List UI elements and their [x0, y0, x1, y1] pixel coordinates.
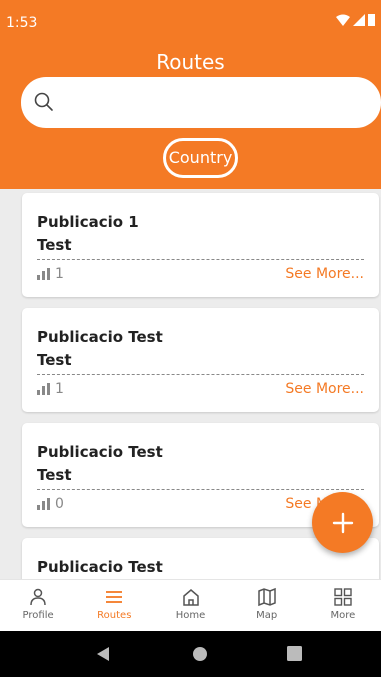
route-card[interactable]: Publicacio 1 Test 1 See More...: [22, 193, 379, 297]
home-button-icon[interactable]: [192, 646, 208, 662]
nav-label-profile: Profile: [22, 610, 54, 621]
card-divider: [37, 374, 364, 375]
search-icon: [34, 92, 53, 111]
page-title: Routes: [156, 50, 225, 74]
nav-item-profile[interactable]: Profile: [0, 580, 76, 631]
route-subtitle: Test: [37, 466, 72, 484]
nav-item-more[interactable]: More: [305, 580, 381, 631]
bar-chart-icon: [37, 498, 50, 510]
route-count: 1: [55, 266, 64, 282]
route-count: 0: [55, 496, 64, 512]
signal-icon: [353, 14, 365, 26]
add-route-button[interactable]: [312, 492, 373, 553]
nav-item-map[interactable]: Map: [229, 580, 305, 631]
route-card[interactable]: Publicacio Test Test 1 See More...: [22, 308, 379, 412]
see-more-link[interactable]: See More...: [285, 266, 364, 282]
bottom-navigation: Profile Routes Home Map More: [0, 579, 381, 631]
route-subtitle: Test: [37, 236, 72, 254]
nav-label-map: Map: [256, 610, 278, 621]
person-icon: [30, 588, 46, 606]
back-icon[interactable]: [95, 646, 111, 662]
route-stat: 1: [37, 266, 64, 282]
route-title: Publicacio Test: [37, 443, 163, 461]
bar-chart-icon: [37, 383, 50, 395]
wifi-icon: [336, 14, 350, 26]
route-title: Publicacio 1: [37, 213, 139, 231]
nav-label-more: More: [330, 610, 356, 621]
route-subtitle: Test: [37, 351, 72, 369]
system-navigation-bar: [0, 631, 381, 677]
grid-icon: [334, 588, 352, 606]
country-filter-chip[interactable]: Country: [163, 138, 238, 178]
bar-chart-icon: [37, 268, 50, 280]
nav-item-home[interactable]: Home: [152, 580, 228, 631]
card-divider: [37, 489, 364, 490]
route-count: 1: [55, 381, 64, 397]
status-bar: 1:53: [0, 0, 381, 30]
nav-label-routes: Routes: [97, 610, 132, 621]
card-divider: [37, 259, 364, 260]
nav-label-home: Home: [175, 610, 206, 621]
route-stat: 1: [37, 381, 64, 397]
search-input[interactable]: [65, 87, 365, 117]
map-icon: [257, 587, 276, 607]
menu-icon: [106, 591, 123, 603]
route-stat: 0: [37, 496, 64, 512]
plus-icon: [332, 512, 353, 533]
search-bar[interactable]: [21, 77, 381, 128]
route-title: Publicacio Test: [37, 328, 163, 346]
nav-item-routes[interactable]: Routes: [76, 580, 152, 631]
header: 1:53 Routes Country: [0, 0, 381, 189]
recents-icon[interactable]: [287, 646, 302, 661]
battery-icon: [368, 14, 375, 26]
status-icons: [336, 14, 375, 26]
route-title: Publicacio Test: [37, 558, 163, 576]
status-time: 1:53: [6, 15, 38, 31]
home-icon: [182, 589, 199, 606]
see-more-link[interactable]: See More...: [285, 381, 364, 397]
